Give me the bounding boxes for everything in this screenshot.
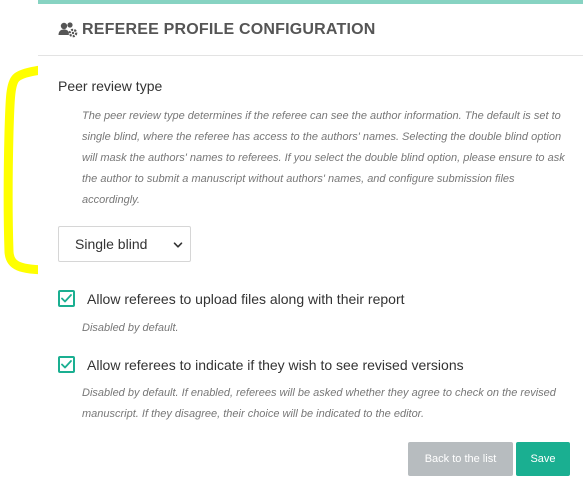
upload-files-label: Allow referees to upload files along wit… xyxy=(87,290,405,307)
peer-review-help-text: The peer review type determines if the r… xyxy=(82,110,565,206)
upload-files-checkbox[interactable] xyxy=(58,290,75,307)
peer-review-selected-value: Single blind xyxy=(75,236,148,252)
revised-versions-help-text: Disabled by default. If enabled, referee… xyxy=(82,387,556,420)
chevron-down-icon xyxy=(172,238,184,250)
back-to-list-button[interactable]: Back to the list xyxy=(408,442,513,476)
option-upload-files-row: Allow referees to upload files along wit… xyxy=(58,290,405,307)
panel-header: REFEREE PROFILE CONFIGURATION xyxy=(38,4,583,56)
users-gear-icon xyxy=(58,21,78,39)
checkmark-icon xyxy=(61,360,72,369)
option-revised-versions-row: Allow referees to indicate if they wish … xyxy=(58,356,464,373)
save-button[interactable]: Save xyxy=(516,442,570,476)
referee-profile-panel: REFEREE PROFILE CONFIGURATION Peer revie… xyxy=(38,0,583,487)
page-title: REFEREE PROFILE CONFIGURATION xyxy=(82,20,376,38)
checkmark-icon xyxy=(61,294,72,303)
upload-files-help-text: Disabled by default. xyxy=(82,322,179,334)
peer-review-type-select[interactable]: Single blind xyxy=(58,226,191,262)
revised-versions-label: Allow referees to indicate if they wish … xyxy=(87,356,464,373)
revised-versions-checkbox[interactable] xyxy=(58,356,75,373)
peer-review-type-label: Peer review type xyxy=(58,78,163,94)
